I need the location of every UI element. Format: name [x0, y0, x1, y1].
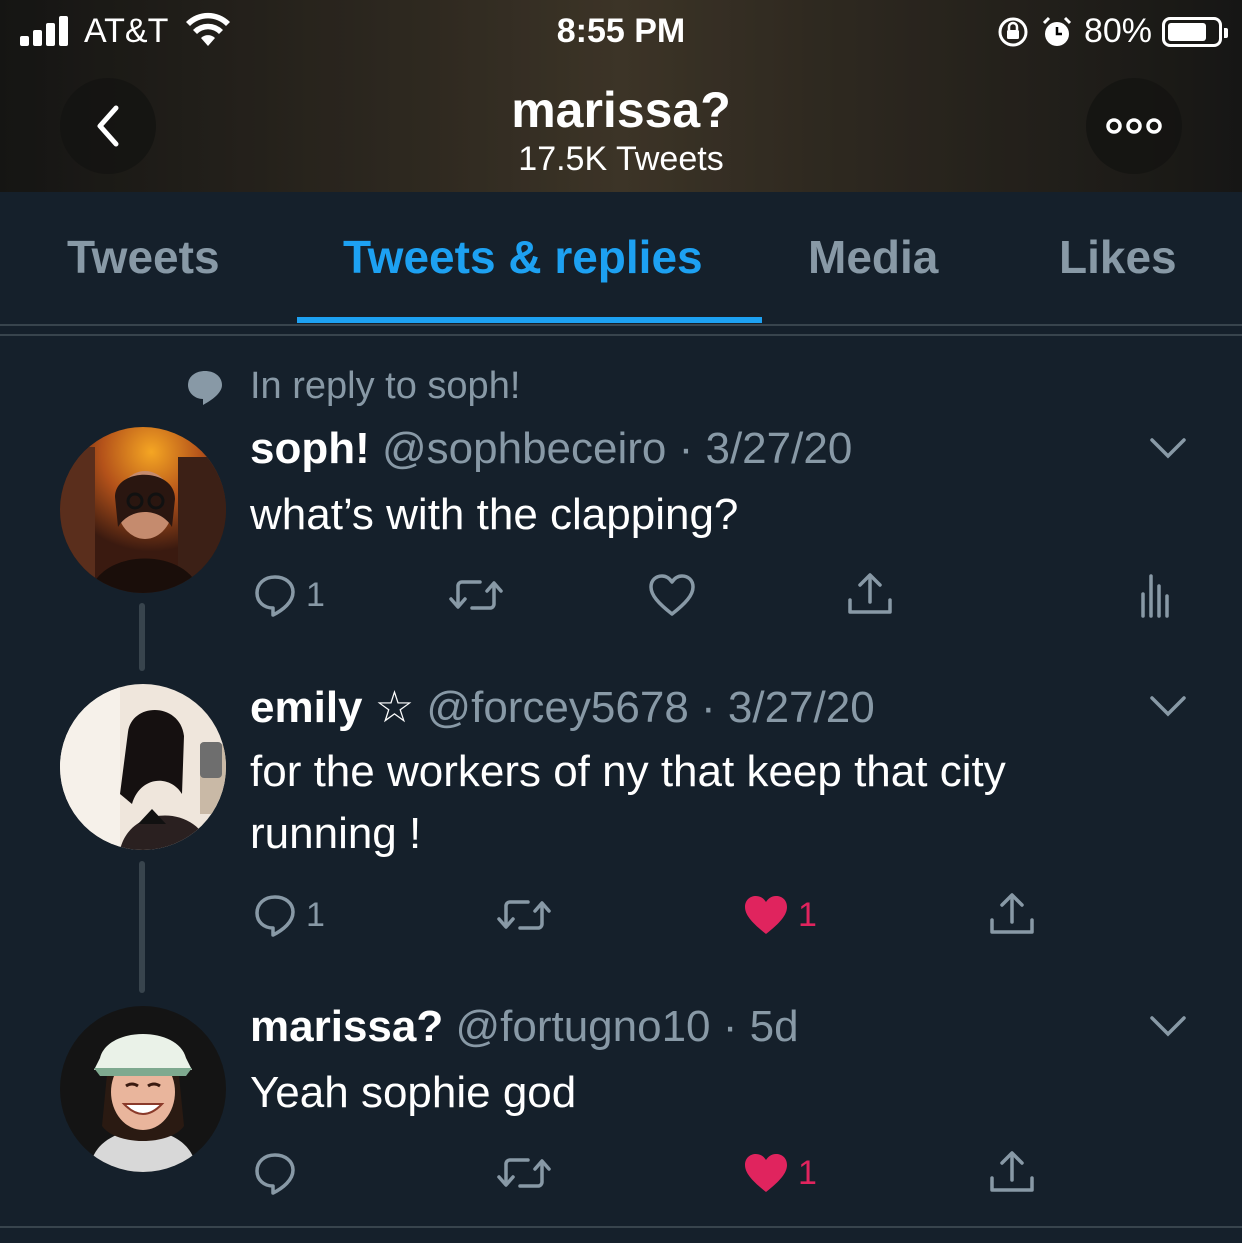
speech-bubble-icon	[188, 370, 222, 405]
retweet-icon	[497, 900, 551, 930]
share-icon	[990, 893, 1034, 934]
display-name[interactable]: emily ☆	[250, 683, 414, 732]
tweet-text: for the workers of ny that keep that cit…	[250, 747, 1006, 858]
like-count: 1	[798, 895, 817, 934]
tweet-header: soph! @sophbeceiro · 3/27/20	[250, 424, 852, 474]
active-tab-indicator	[297, 317, 762, 323]
share-button[interactable]	[846, 570, 894, 618]
share-button[interactable]	[988, 1148, 1036, 1196]
chevron-down-icon[interactable]	[1148, 434, 1188, 462]
reply-icon	[255, 1153, 295, 1195]
battery-icon	[1162, 16, 1228, 47]
tweet-header: marissa? @fortugno10 · 5d	[250, 1002, 799, 1052]
reply-context-text: In reply to soph!	[250, 365, 521, 407]
retweet-button[interactable]	[496, 892, 552, 938]
heart-filled-icon	[745, 896, 787, 934]
avatar[interactable]	[60, 427, 226, 593]
share-icon	[848, 573, 892, 614]
handle-date: @sophbeceiro · 3/27/20	[382, 424, 853, 473]
avatar[interactable]	[60, 684, 226, 850]
more-dots-icon	[1106, 118, 1162, 134]
alarm-icon	[1042, 16, 1071, 46]
retweet-icon	[449, 580, 503, 610]
thread-line	[139, 861, 145, 993]
reply-icon	[255, 895, 295, 937]
chevron-down-icon[interactable]	[1148, 692, 1188, 720]
retweet-button[interactable]	[496, 1150, 552, 1196]
like-count: 1	[798, 1153, 817, 1192]
tweet-count: 17.5K Tweets	[518, 140, 724, 178]
retweet-button[interactable]	[448, 572, 504, 618]
divider	[0, 1226, 1242, 1228]
reply-button[interactable]: 1	[252, 892, 325, 938]
avatar[interactable]	[60, 1006, 226, 1172]
status-bar: AT&T 8:55 PM 80%	[0, 0, 1242, 64]
reply-count: 1	[306, 575, 325, 614]
like-button[interactable]: 1	[742, 1150, 817, 1196]
profile-tabs: Tweets Tweets & replies Media Likes	[0, 192, 1242, 326]
tweet-text: Yeah sophie god	[250, 1068, 577, 1117]
tab-tweets[interactable]: Tweets	[67, 230, 220, 284]
reply-button[interactable]: 1	[252, 572, 325, 618]
tab-media[interactable]: Media	[808, 230, 938, 284]
rotation-lock-icon	[998, 17, 1028, 46]
reply-icon	[255, 575, 295, 617]
heart-filled-icon	[745, 1154, 787, 1192]
like-button[interactable]: 1	[742, 892, 817, 938]
reply-button[interactable]	[252, 1150, 306, 1196]
tweet-header: emily ☆ @forcey5678 · 3/27/20	[250, 682, 875, 733]
thread-line	[139, 603, 145, 671]
share-icon	[990, 1151, 1034, 1192]
analytics-icon	[1141, 574, 1169, 618]
chevron-down-icon[interactable]	[1148, 1012, 1188, 1040]
like-button[interactable]	[648, 572, 696, 618]
battery-percent: 80%	[1083, 12, 1152, 50]
tab-tweets-and-replies[interactable]: Tweets & replies	[343, 230, 703, 284]
reply-context[interactable]: In reply to soph!	[186, 365, 520, 408]
analytics-button[interactable]	[1140, 572, 1170, 618]
display-name[interactable]: soph!	[250, 424, 370, 473]
tweet-text: what’s with the clapping?	[250, 490, 739, 539]
profile-title: marissa?	[511, 82, 731, 138]
tab-likes[interactable]: Likes	[1059, 230, 1177, 284]
display-name[interactable]: marissa?	[250, 1002, 443, 1051]
profile-header: AT&T 8:55 PM 80% marissa? 17.5K Tweets	[0, 0, 1242, 192]
retweet-icon	[497, 1158, 551, 1188]
divider	[0, 334, 1242, 336]
handle-date: @fortugno10 · 5d	[455, 1002, 799, 1051]
share-button[interactable]	[988, 890, 1036, 938]
handle-date: @forcey5678 · 3/27/20	[426, 683, 875, 732]
heart-icon	[649, 574, 695, 616]
more-options-button[interactable]	[1086, 78, 1182, 174]
reply-count: 1	[306, 895, 325, 934]
